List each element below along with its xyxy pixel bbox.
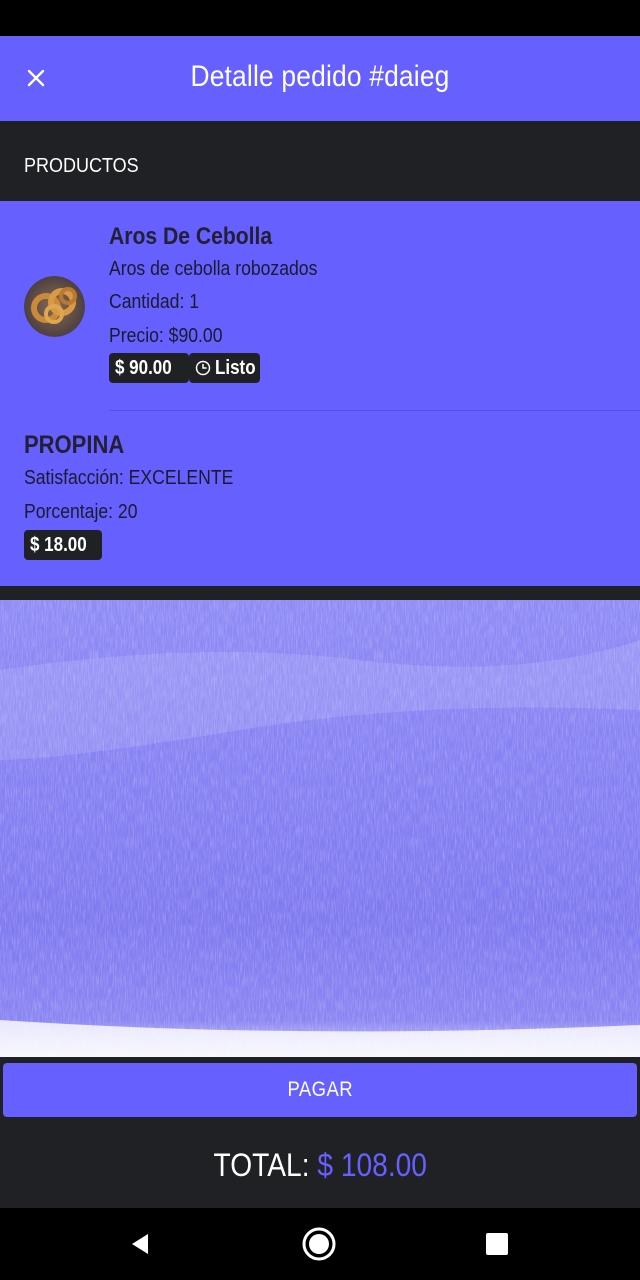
price-badge: $ 90.00 (109, 353, 189, 383)
total-label: TOTAL: (213, 1147, 318, 1183)
status-badge: Listo (189, 353, 260, 383)
app-header: Detalle pedido #daieg (0, 36, 640, 121)
page-title: Detalle pedido #daieg (190, 60, 450, 93)
order-detail-panel: Aros De Cebolla Aros de cebolla robozado… (0, 201, 640, 586)
nav-recents-button[interactable] (477, 1224, 517, 1264)
pay-button[interactable]: PAGAR (3, 1063, 637, 1117)
product-quantity: Cantidad: 1 (109, 291, 200, 313)
divider (109, 410, 640, 411)
status-bar (0, 0, 640, 36)
pay-button-label: PAGAR (287, 1078, 353, 1101)
product-name: Aros De Cebolla (109, 223, 273, 250)
tip-percentage: Porcentaje: 20 (24, 501, 138, 523)
product-price: Precio: $90.00 (109, 325, 223, 347)
clock-icon (195, 360, 211, 376)
separator-strip (0, 586, 640, 600)
tip-amount-text: $ 18.00 (30, 533, 87, 556)
products-section-header: PRODUCTOS (0, 121, 640, 201)
system-nav-bar (0, 1208, 640, 1280)
recents-square-icon (486, 1233, 508, 1255)
back-triangle-icon (132, 1234, 148, 1254)
section-label: PRODUCTOS (24, 155, 139, 177)
price-badge-text: $ 90.00 (115, 356, 172, 379)
tip-satisfaction: Satisfacción: EXCELENTE (24, 467, 234, 489)
home-circle-icon (302, 1227, 336, 1261)
total-value: $ 108.00 (317, 1147, 427, 1183)
product-image (24, 276, 85, 337)
nav-home-button[interactable] (299, 1224, 339, 1264)
pay-area: PAGAR (0, 1057, 640, 1123)
tip-amount-badge: $ 18.00 (24, 530, 102, 560)
product-description: Aros de cebolla robozados (109, 258, 318, 280)
status-badge-text: Listo (215, 356, 256, 379)
nav-back-button[interactable] (120, 1224, 160, 1264)
background-texture (0, 600, 640, 1057)
total-bar: TOTAL: $ 108.00 (0, 1123, 640, 1208)
tip-title: PROPINA (24, 431, 125, 459)
